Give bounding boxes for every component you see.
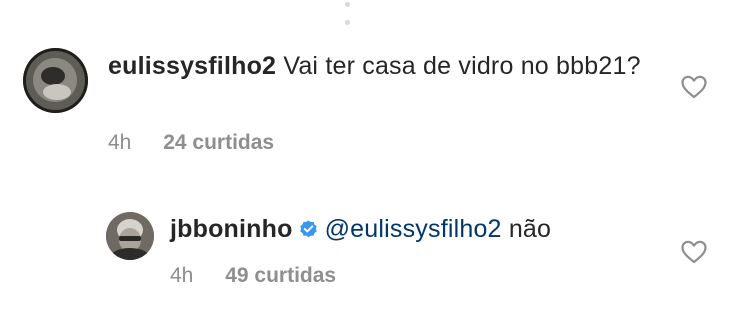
- avatar[interactable]: [23, 48, 88, 113]
- reply-body: não: [508, 215, 552, 243]
- reply-time[interactable]: 4h: [170, 264, 193, 287]
- comment-username[interactable]: eulissysfilho2: [108, 52, 276, 80]
- reply-mention[interactable]: @eulissysfilho2: [325, 215, 502, 243]
- comment-likes[interactable]: 24 curtidas: [163, 131, 274, 154]
- comment-time[interactable]: 4h: [108, 131, 131, 154]
- heart-outline-icon[interactable]: [681, 240, 707, 264]
- reply-username[interactable]: jbboninho: [170, 215, 293, 243]
- comment-text: eulissysfilho2 Vai ter casa de vidro no …: [108, 49, 648, 83]
- avatar-image: [106, 212, 154, 260]
- comments-thread: eulissysfilho2 Vai ter casa de vidro no …: [0, 0, 750, 324]
- reply-text: jbboninho @eulissysfilho2 não: [170, 212, 650, 246]
- verified-badge-icon: [299, 220, 317, 238]
- reply-likes[interactable]: 49 curtidas: [225, 264, 336, 287]
- comment-meta: 4h 24 curtidas: [108, 131, 274, 155]
- heart-outline-icon[interactable]: [681, 75, 707, 99]
- reply-meta: 4h 49 curtidas: [170, 264, 336, 288]
- scroll-indicator: [345, 0, 357, 25]
- avatar[interactable]: [106, 212, 154, 260]
- avatar-image: [23, 48, 88, 113]
- comment-body: Vai ter casa de vidro no bbb21?: [283, 52, 641, 80]
